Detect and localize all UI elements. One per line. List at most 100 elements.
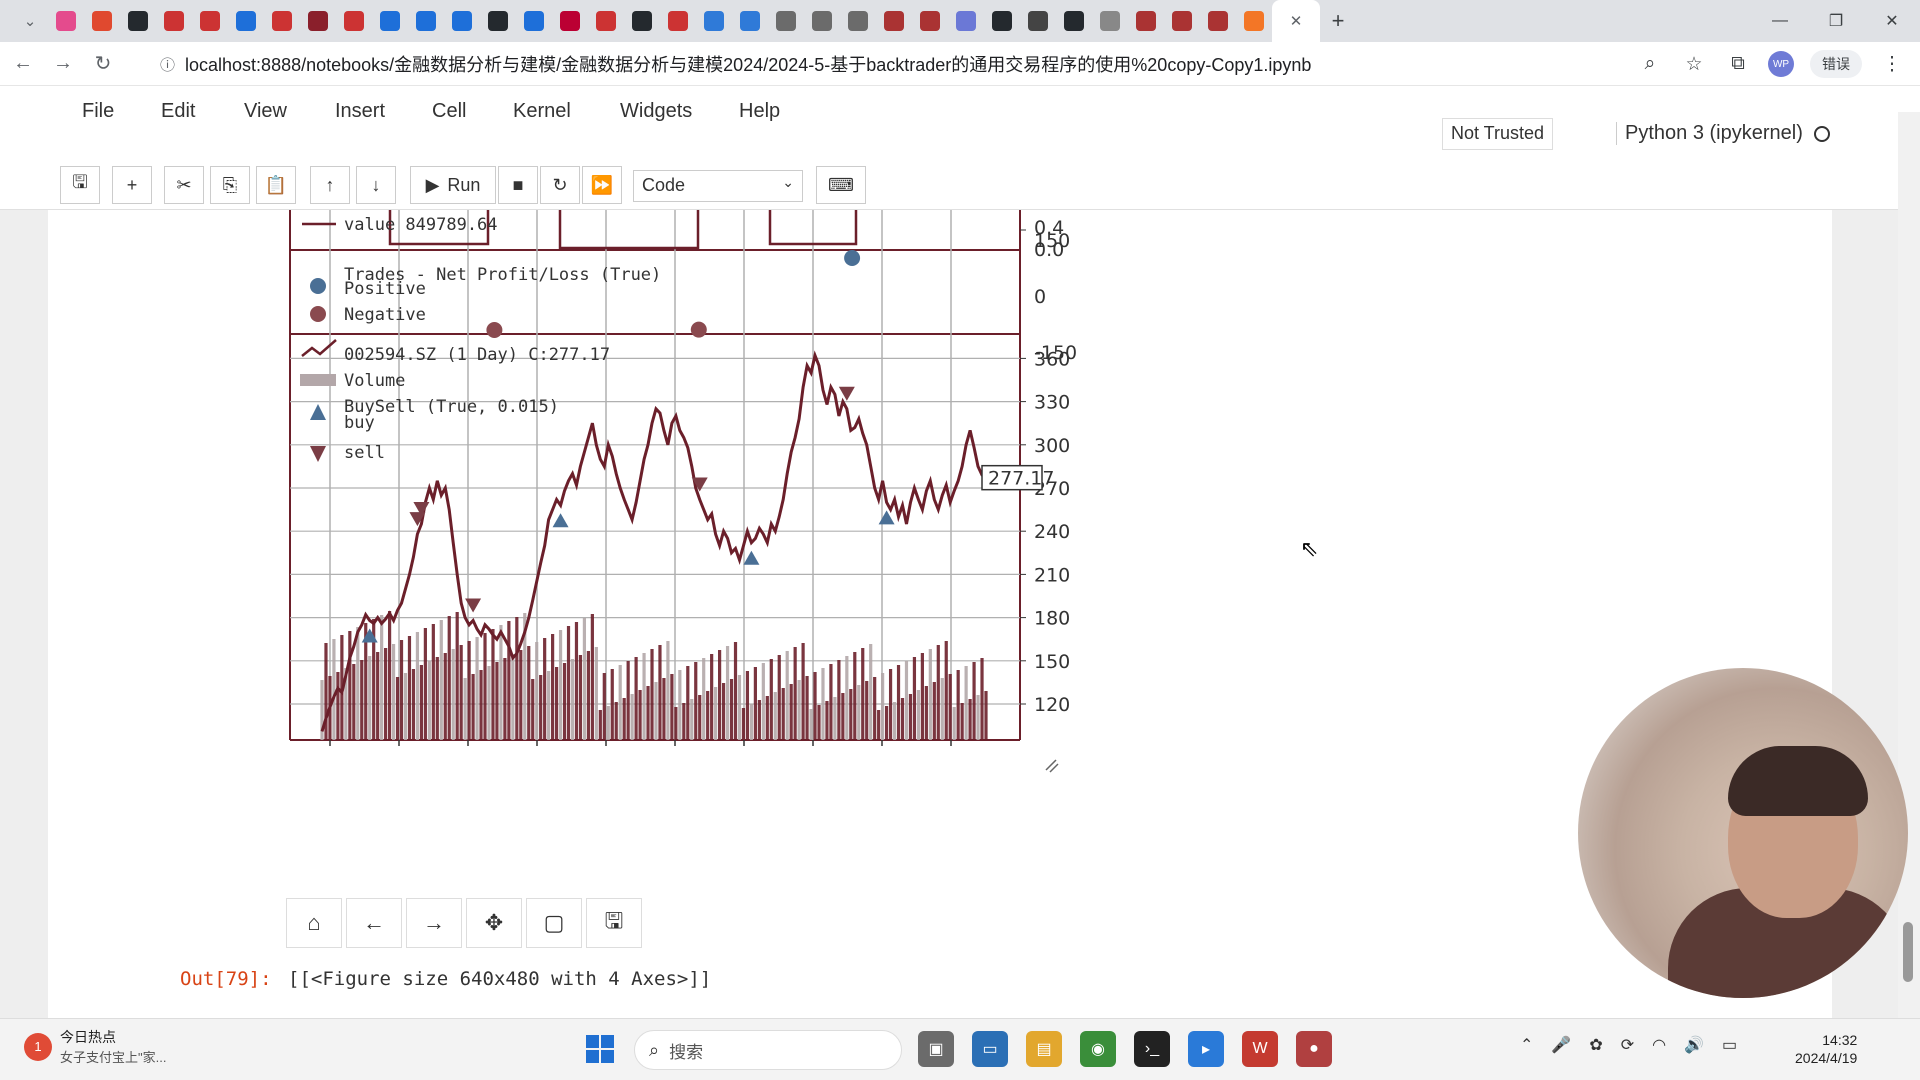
battery-icon[interactable]: ▭ <box>1722 1035 1737 1055</box>
screen-app-icon[interactable]: ▭ <box>972 1031 1008 1067</box>
tab-1[interactable] <box>84 0 120 42</box>
forward-icon[interactable]: → <box>406 898 462 948</box>
tab-11[interactable] <box>444 0 480 42</box>
restart-run-all-icon[interactable]: ⏩ <box>582 166 622 204</box>
tab-25[interactable] <box>948 0 984 42</box>
clock[interactable]: 14:32 2024/4/19 <box>1795 1031 1857 1067</box>
app-tray-icon[interactable]: ✿ <box>1589 1035 1602 1055</box>
sync-icon[interactable]: ⟳ <box>1621 1035 1634 1055</box>
save-icon[interactable]: 🖫 <box>586 898 642 948</box>
news-widget[interactable]: 1 今日热点 女子支付宝上"家... <box>24 1027 166 1066</box>
tab-16[interactable] <box>624 0 660 42</box>
extensions-icon[interactable]: ⧉ <box>1724 50 1752 78</box>
tab-4[interactable] <box>192 0 228 42</box>
pan-icon[interactable]: ✥ <box>466 898 522 948</box>
command-palette-icon[interactable]: ⌨ <box>816 166 866 204</box>
tab-0[interactable] <box>48 0 84 42</box>
error-button[interactable]: 错误 <box>1810 50 1862 78</box>
page-scrollbar[interactable] <box>1898 112 1920 1018</box>
tab-19[interactable] <box>732 0 768 42</box>
insert-cell-icon[interactable]: + <box>112 166 152 204</box>
kernel-name[interactable]: Python 3 (ipykernel) <box>1616 122 1803 145</box>
menu-view[interactable]: View <box>244 100 287 123</box>
close-tab-icon[interactable]: ✕ <box>1290 12 1303 30</box>
interrupt-icon[interactable]: ■ <box>498 166 538 204</box>
move-down-icon[interactable]: ↓ <box>356 166 396 204</box>
menu-kernel[interactable]: Kernel <box>513 100 571 123</box>
terminal-icon[interactable]: ›_ <box>1134 1031 1170 1067</box>
home-icon[interactable]: ⌂ <box>286 898 342 948</box>
tab-14[interactable] <box>552 0 588 42</box>
menu-cell[interactable]: Cell <box>432 100 466 123</box>
tab-2[interactable] <box>120 0 156 42</box>
back-nav-icon[interactable]: ← <box>6 47 40 81</box>
menu-widgets[interactable]: Widgets <box>620 100 692 123</box>
wifi-icon[interactable]: ◠ <box>1652 1035 1666 1055</box>
tab-10[interactable] <box>408 0 444 42</box>
start-button[interactable] <box>586 1035 614 1063</box>
tab-33[interactable] <box>1236 0 1272 42</box>
tab-28[interactable] <box>1056 0 1092 42</box>
restore-icon[interactable]: ❐ <box>1808 0 1864 42</box>
app-icon[interactable]: ▸ <box>1188 1031 1224 1067</box>
save-notebook-icon[interactable]: 🖫 <box>60 166 100 204</box>
menu-insert[interactable]: Insert <box>335 100 385 123</box>
tab-27[interactable] <box>1020 0 1056 42</box>
zoom-icon[interactable]: ⌕ <box>1636 50 1664 78</box>
menu-help[interactable]: Help <box>739 100 780 123</box>
tab-6[interactable] <box>264 0 300 42</box>
move-up-icon[interactable]: ↑ <box>310 166 350 204</box>
tab-30[interactable] <box>1128 0 1164 42</box>
tab-12[interactable] <box>480 0 516 42</box>
more-menu-icon[interactable]: ⋮ <box>1878 50 1906 78</box>
bookmark-star-icon[interactable]: ☆ <box>1680 50 1708 78</box>
tab-17[interactable] <box>660 0 696 42</box>
wps-icon[interactable]: W <box>1242 1031 1278 1067</box>
reload-icon[interactable]: ↻ <box>86 47 120 81</box>
copy-icon[interactable]: ⎘ <box>210 166 250 204</box>
tab-7[interactable] <box>300 0 336 42</box>
tab-5[interactable] <box>228 0 264 42</box>
tab-22[interactable] <box>840 0 876 42</box>
tab-31[interactable] <box>1164 0 1200 42</box>
menu-file[interactable]: File <box>82 100 114 123</box>
tab-15[interactable] <box>588 0 624 42</box>
volume-icon[interactable]: 🔊 <box>1684 1035 1704 1055</box>
new-tab-button[interactable]: + <box>1320 8 1356 34</box>
restart-icon[interactable]: ↻ <box>540 166 580 204</box>
backtrader-chart[interactable]: 0.40.0value 849789.641500-150Trades - Ne… <box>286 210 1296 900</box>
tab-8[interactable] <box>336 0 372 42</box>
not-trusted-button[interactable]: Not Trusted <box>1442 118 1554 150</box>
run-button[interactable]: ▶ Run <box>410 166 496 204</box>
folder-icon[interactable]: ▤ <box>1026 1031 1062 1067</box>
back-icon[interactable]: ← <box>346 898 402 948</box>
profile-avatar[interactable]: WP <box>1768 51 1794 77</box>
close-window-icon[interactable]: ✕ <box>1864 0 1920 42</box>
tab-21[interactable] <box>804 0 840 42</box>
microphone-icon[interactable]: 🎤 <box>1551 1035 1571 1055</box>
tab-32[interactable] <box>1200 0 1236 42</box>
site-info-icon[interactable]: ⓘ <box>160 54 175 75</box>
tab-search-icon[interactable]: ⌄ <box>12 0 48 42</box>
paste-icon[interactable]: 📋 <box>256 166 296 204</box>
tab-3[interactable] <box>156 0 192 42</box>
tab-29[interactable] <box>1092 0 1128 42</box>
forward-nav-icon[interactable]: → <box>46 47 80 81</box>
tab-13[interactable] <box>516 0 552 42</box>
taskbar-search[interactable]: ⌕ 搜索 <box>634 1030 902 1070</box>
tab-20[interactable] <box>768 0 804 42</box>
file-explorer-icon[interactable]: ▣ <box>918 1031 954 1067</box>
cut-icon[interactable]: ✂ <box>164 166 204 204</box>
chrome-icon[interactable]: ◉ <box>1080 1031 1116 1067</box>
matplotlib-figure[interactable]: 0.4 0.0 value 849789.64 150 0 -150 Trades - Ne… <box>286 210 1296 900</box>
zoom-rect-icon[interactable]: ▢ <box>526 898 582 948</box>
tab-18[interactable] <box>696 0 732 42</box>
tab-24[interactable] <box>912 0 948 42</box>
tab-9[interactable] <box>372 0 408 42</box>
url-box[interactable]: ⓘ localhost:8888/notebooks/金融数据分析与建模/金融数… <box>160 48 1610 80</box>
menu-edit[interactable]: Edit <box>161 100 195 123</box>
tab-23[interactable] <box>876 0 912 42</box>
record-icon[interactable]: ● <box>1296 1031 1332 1067</box>
chevron-up-icon[interactable]: ⌃ <box>1520 1035 1533 1055</box>
url-text[interactable]: localhost:8888/notebooks/金融数据分析与建模/金融数据分… <box>185 51 1311 77</box>
